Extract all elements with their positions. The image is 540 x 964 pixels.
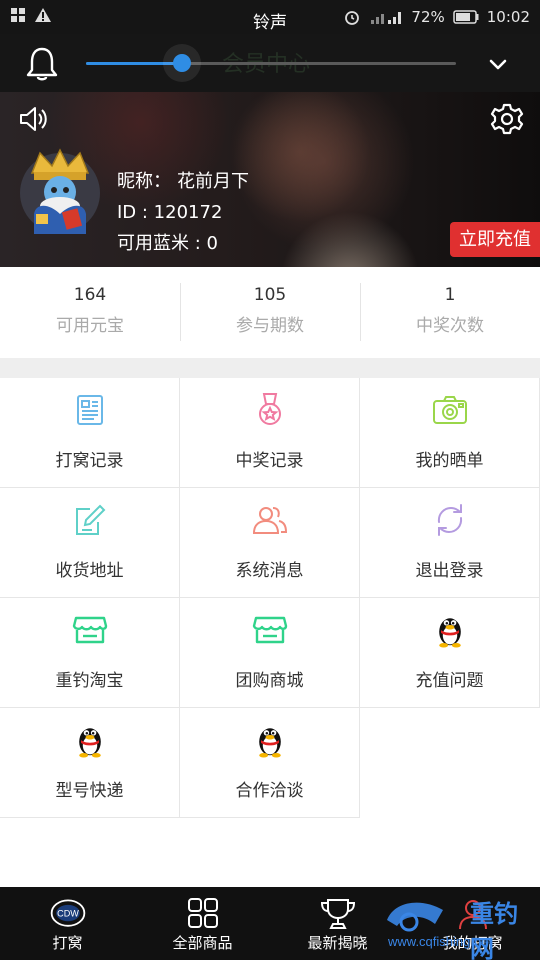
status-right: 72% 10:02 xyxy=(343,8,530,26)
alarm-icon xyxy=(345,11,360,25)
volume-slider-thumb[interactable] xyxy=(173,54,192,72)
stat-win-count[interactable]: 1 中奖次数 xyxy=(360,267,540,358)
menu-item-label: 我的晒单 xyxy=(415,451,484,471)
speaker-icon[interactable] xyxy=(18,104,50,134)
nickname-row: 昵称： 花前月下 xyxy=(117,166,249,197)
clock-time: 10:02 xyxy=(486,8,530,26)
gear-icon[interactable] xyxy=(490,102,524,136)
nickname-value: 花前月下 xyxy=(177,171,249,192)
stat-value: 105 xyxy=(253,285,287,305)
refresh-icon xyxy=(437,504,463,536)
menu-item-label: 团购商城 xyxy=(235,671,304,691)
member-id: ID : 120172 xyxy=(117,202,223,223)
ringtone-volume-panel: 会员中心 xyxy=(0,34,540,92)
nav-tab-all-products[interactable]: 全部商品 xyxy=(135,887,270,960)
menu-item-recharge-issues[interactable]: 充值问题 xyxy=(360,598,540,708)
menu-item-label: 收货地址 xyxy=(55,561,124,581)
menu-item-label: 重钓淘宝 xyxy=(55,671,124,691)
signal-icon xyxy=(371,12,402,24)
watermark-url: www.cqfishing.net xyxy=(388,934,493,949)
stats-bar: 164 可用元宝 105 参与期数 1 中奖次数 xyxy=(0,267,540,358)
nickname-label: 昵称： xyxy=(117,171,171,192)
blue-rice-balance: 可用蓝米 : 0 xyxy=(117,233,218,254)
stat-available-ingots[interactable]: 164 可用元宝 xyxy=(0,267,180,358)
menu-item-system-messages[interactable]: 系统消息 xyxy=(180,488,360,598)
stat-label: 可用元宝 xyxy=(56,316,124,336)
grid-icon xyxy=(187,898,218,928)
menu-item-my-showcase[interactable]: 我的晒单 xyxy=(360,378,540,488)
nav-tab-bait[interactable]: CDW 打窝 xyxy=(0,887,135,960)
menu-item-bait-records[interactable]: 打窝记录 xyxy=(0,378,180,488)
stat-label: 参与期数 xyxy=(236,316,304,336)
avatar[interactable] xyxy=(20,148,100,238)
bell-icon xyxy=(26,47,58,81)
menu-item-label: 中奖记录 xyxy=(235,451,304,471)
trophy-icon xyxy=(320,899,355,929)
watermark-title: 重钓网 xyxy=(470,901,518,963)
menu-item-label: 打窝记录 xyxy=(55,451,124,471)
stat-participated-periods[interactable]: 105 参与期数 xyxy=(180,267,360,358)
member-info: 昵称： 花前月下 ID : 120172 可用蓝米 : 0 xyxy=(117,166,249,259)
recharge-button[interactable]: 立即充值 xyxy=(450,222,540,257)
nav-label: 打窝 xyxy=(52,934,83,952)
member-header: 昵称： 花前月下 ID : 120172 可用蓝米 : 0 立即充值 xyxy=(0,92,540,267)
qq-penguin-icon xyxy=(79,728,101,758)
volume-slider[interactable] xyxy=(86,54,456,72)
nav-label: 全部商品 xyxy=(172,934,233,952)
menu-item-group-buy-mall[interactable]: 团购商城 xyxy=(180,598,360,708)
qq-penguin-icon xyxy=(439,618,461,648)
shop-icon xyxy=(72,616,108,644)
edit-icon xyxy=(76,504,106,535)
users-icon xyxy=(252,507,288,534)
menu-item-label: 系统消息 xyxy=(235,561,304,581)
battery-icon xyxy=(453,10,479,24)
logo-icon: CDW xyxy=(50,899,85,927)
document-icon xyxy=(77,395,103,425)
battery-percent: 72% xyxy=(411,8,445,26)
qq-penguin-icon xyxy=(259,728,281,758)
stat-label: 中奖次数 xyxy=(416,316,484,336)
status-bar: 铃声 72% 10:02 xyxy=(0,0,540,34)
menu-item-label: 退出登录 xyxy=(415,561,484,581)
menu-item-logout[interactable]: 退出登录 xyxy=(360,488,540,598)
menu-item-label: 合作洽谈 xyxy=(235,781,304,801)
shop-icon xyxy=(252,616,288,644)
camera-icon xyxy=(433,396,467,424)
medal-icon xyxy=(259,393,281,425)
menu-item-label: 充值问题 xyxy=(415,671,484,691)
svg-text:CDW: CDW xyxy=(57,909,79,919)
menu-item-model-express[interactable]: 型号快递 xyxy=(0,708,180,818)
menu-item-taobao-store[interactable]: 重钓淘宝 xyxy=(0,598,180,708)
chevron-down-icon[interactable] xyxy=(486,52,510,76)
stat-value: 164 xyxy=(73,285,107,305)
menu-item-shipping-address[interactable]: 收货地址 xyxy=(0,488,180,598)
menu-item-business-cooperation[interactable]: 合作洽谈 xyxy=(180,708,360,818)
volume-slider-fill xyxy=(86,62,183,65)
section-divider xyxy=(0,358,540,378)
menu-item-label: 型号快递 xyxy=(55,781,124,801)
stat-value: 1 xyxy=(444,285,456,305)
menu-item-prize-records[interactable]: 中奖记录 xyxy=(180,378,360,488)
